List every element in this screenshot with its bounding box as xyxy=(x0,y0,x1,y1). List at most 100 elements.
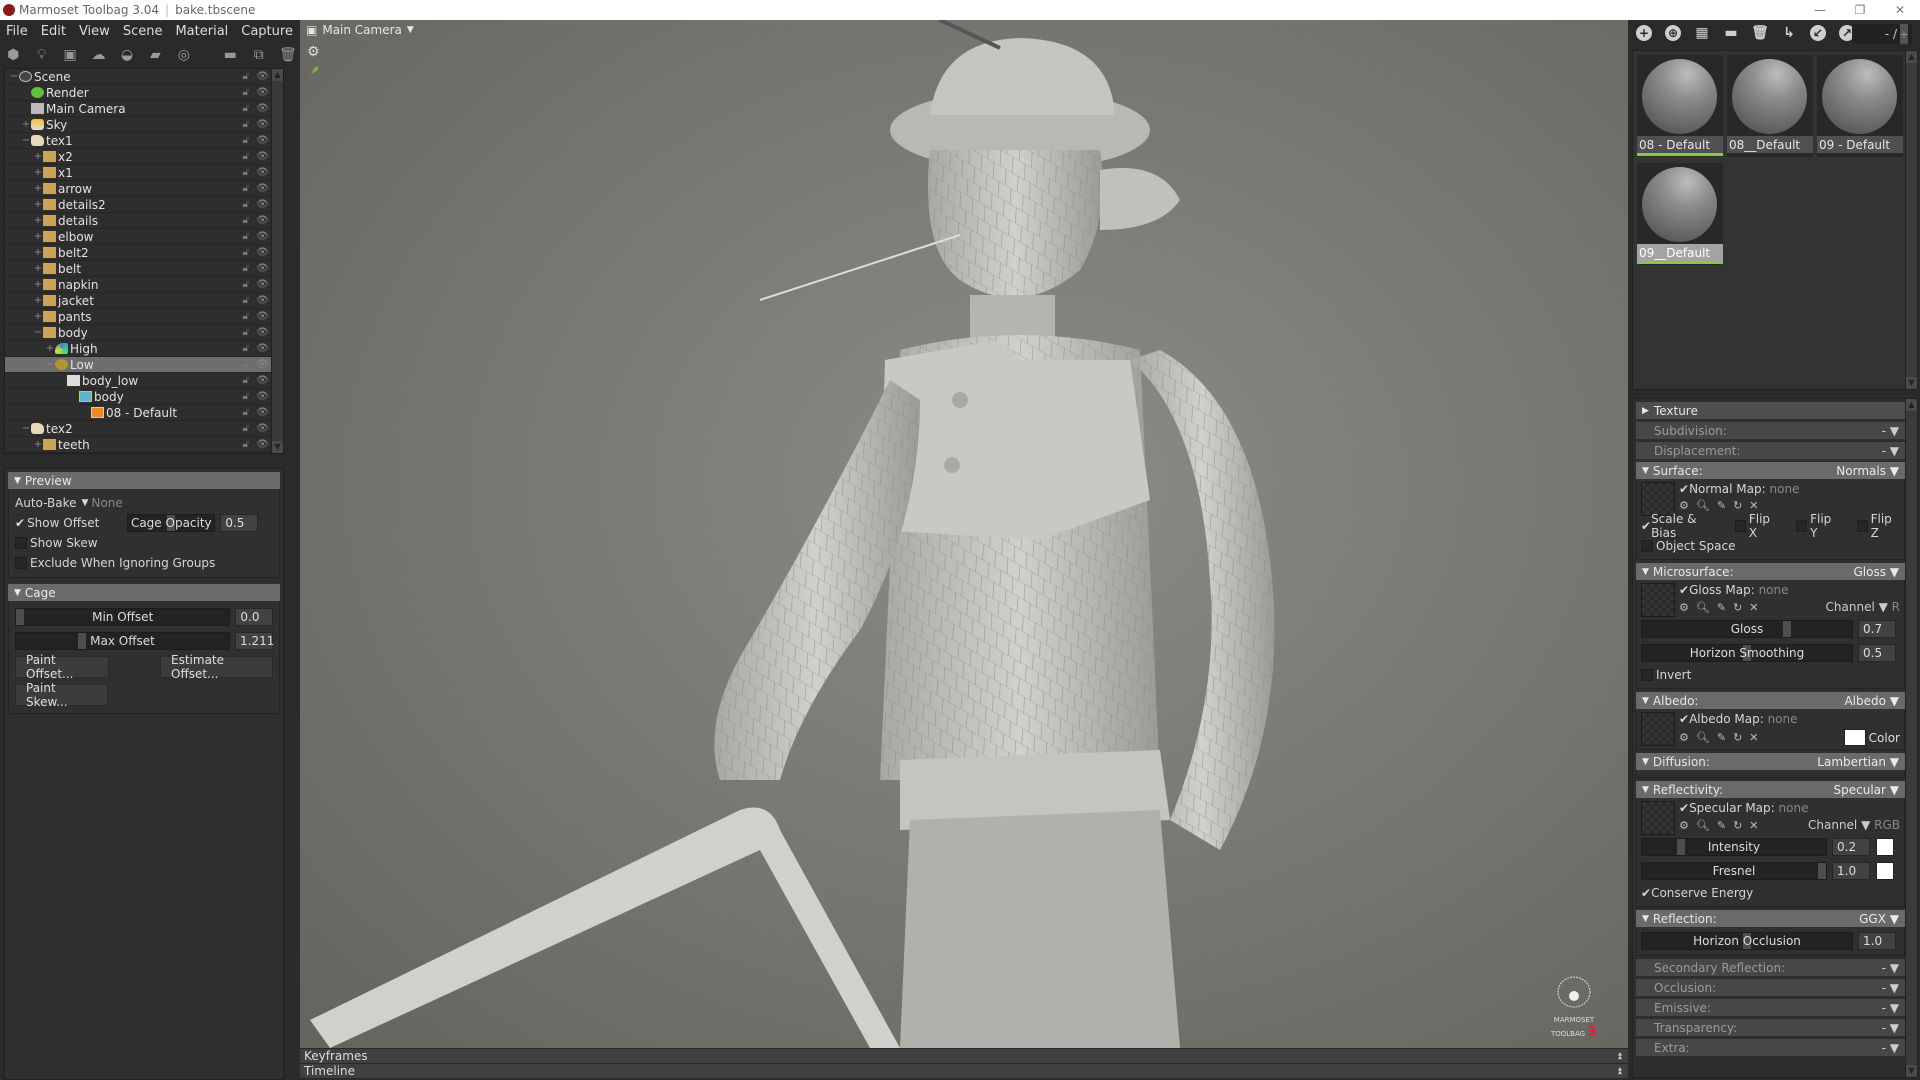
visibility-eye-icon[interactable]: 👁︎ xyxy=(256,359,269,370)
collapsed-section-header[interactable]: Emissive: - ▼ xyxy=(1636,999,1905,1016)
diffusion-header[interactable]: ▼ Diffusion: Lambertian ▼ xyxy=(1636,753,1905,770)
fresnel-color-swatch[interactable] xyxy=(1876,862,1894,880)
refresh-icon[interactable]: ↻ xyxy=(1733,731,1742,744)
expand-icon[interactable]: + xyxy=(33,311,43,322)
folder-icon[interactable]: ▬ xyxy=(1723,25,1739,41)
delete-icon[interactable]: 🗑︎ xyxy=(1751,25,1769,41)
albedo-header[interactable]: ▼ Albedo: Albedo ▼ xyxy=(1636,692,1905,709)
slider-knob[interactable] xyxy=(1677,839,1686,855)
lock-icon[interactable]: 🔓︎ xyxy=(243,215,249,226)
tree-item[interactable]: + pants 🔓︎ 👁︎ xyxy=(5,309,283,325)
normal-map-slot[interactable] xyxy=(1641,482,1675,516)
collapse-icon[interactable]: − xyxy=(21,423,31,434)
lock-icon[interactable]: 🔓︎ xyxy=(243,247,249,258)
dropdown-icon[interactable]: ▼ xyxy=(81,498,88,508)
collapsed-section-header[interactable]: Extra: - ▼ xyxy=(1636,1039,1905,1056)
gear-icon[interactable]: ⚙ xyxy=(1679,499,1689,512)
conserve-energy-checkbox[interactable]: ✔ xyxy=(1641,886,1651,900)
scroll-up-icon[interactable]: ▲ xyxy=(1906,51,1917,63)
visibility-eye-icon[interactable]: 👁︎ xyxy=(256,407,269,418)
minimize-button[interactable]: — xyxy=(1800,0,1840,20)
subdivision-dropdown[interactable]: - ▼ xyxy=(1882,424,1899,438)
reflection-dropdown[interactable]: GGX ▼ xyxy=(1859,912,1899,926)
channel-selector[interactable]: Channel ▼ R xyxy=(1826,600,1900,614)
scroll-down-icon[interactable]: ▼ xyxy=(1906,1065,1917,1077)
reflectivity-dropdown[interactable]: Specular ▼ xyxy=(1834,783,1900,797)
delete-icon[interactable]: 🗑︎ xyxy=(279,47,297,63)
tree-item[interactable]: − Scene 🔓︎ 👁︎ xyxy=(5,69,283,85)
lock-icon[interactable]: 🔓︎ xyxy=(243,295,249,306)
search-icon[interactable]: 🔍︎ xyxy=(1696,601,1710,614)
lock-icon[interactable]: 🔓︎ xyxy=(243,135,249,146)
scroll-up-icon[interactable]: ▲ xyxy=(272,69,283,81)
horizon-smoothing-input[interactable]: 0.5 xyxy=(1858,644,1896,662)
lock-icon[interactable]: 🔓︎ xyxy=(243,375,249,386)
pencil-icon[interactable]: ✎ xyxy=(1717,731,1726,744)
visibility-eye-icon[interactable]: 👁︎ xyxy=(256,391,269,402)
gear-icon[interactable]: ⚙ xyxy=(1679,601,1689,614)
lock-icon[interactable]: 🔓︎ xyxy=(243,327,249,338)
visibility-eye-icon[interactable]: 👁︎ xyxy=(256,119,269,130)
close-icon[interactable]: ✕ xyxy=(1749,731,1758,744)
displacement-header[interactable]: Displacement: - ▼ xyxy=(1636,442,1905,459)
visibility-eye-icon[interactable]: 👁︎ xyxy=(256,375,269,386)
tree-item[interactable]: Main Camera 🔓︎ 👁︎ xyxy=(5,101,283,117)
horizon-smoothing-slider[interactable]: Horizon Smoothing xyxy=(1641,644,1853,662)
keyframes-bar[interactable]: Keyframes ⏫︎ xyxy=(300,1048,1628,1063)
albedo-color-swatch[interactable] xyxy=(1843,729,1866,746)
tree-item[interactable]: + x2 🔓︎ 👁︎ xyxy=(5,149,283,165)
estimate-offset-button[interactable]: Estimate Offset... xyxy=(160,653,273,681)
lock-icon[interactable]: 🔓︎ xyxy=(243,183,249,194)
pencil-icon[interactable]: ✎ xyxy=(1717,499,1726,512)
visibility-eye-icon[interactable]: 👁︎ xyxy=(256,151,269,162)
lock-icon[interactable]: 🔓︎ xyxy=(243,119,249,130)
menu-material[interactable]: Material xyxy=(175,24,228,39)
visibility-eye-icon[interactable]: 👁︎ xyxy=(256,295,269,306)
lock-icon[interactable]: 🔓︎ xyxy=(243,311,249,322)
scroll-down-icon[interactable]: ▼ xyxy=(272,441,283,453)
section-dropdown[interactable]: - ▼ xyxy=(1882,1001,1899,1015)
flip-z-checkbox[interactable] xyxy=(1856,520,1868,532)
collapsed-section-header[interactable]: Occlusion: - ▼ xyxy=(1636,979,1905,996)
close-icon[interactable]: ✕ xyxy=(1749,499,1758,512)
material-swatch[interactable]: 09__Default xyxy=(1637,163,1723,265)
section-dropdown[interactable]: - ▼ xyxy=(1882,1021,1899,1035)
visibility-eye-icon[interactable]: 👁︎ xyxy=(256,263,269,274)
tree-item[interactable]: − body 🔓︎ 👁︎ xyxy=(5,325,283,341)
slider-knob[interactable] xyxy=(1818,863,1826,879)
menu-scene[interactable]: Scene xyxy=(123,24,163,39)
visibility-eye-icon[interactable]: 👁︎ xyxy=(256,327,269,338)
paint-skew-button[interactable]: Paint Skew... xyxy=(15,681,108,709)
texture-header[interactable]: ▶ Texture xyxy=(1636,402,1905,419)
search-icon[interactable]: 🔍︎ xyxy=(1696,731,1710,744)
menu-file[interactable]: File xyxy=(6,24,28,39)
pencil-icon[interactable]: ✎ xyxy=(1717,601,1726,614)
camera-selector[interactable]: ▣ Main Camera ▼ xyxy=(306,23,414,37)
add-turntable-icon[interactable]: ◎ xyxy=(177,47,191,63)
surface-header[interactable]: ▼ Surface: Normals ▼ xyxy=(1636,462,1905,479)
tree-item[interactable]: + details 🔓︎ 👁︎ xyxy=(5,213,283,229)
tree-item[interactable]: + High 🔓︎ 👁︎ xyxy=(5,341,283,357)
expand-icon[interactable]: + xyxy=(33,279,43,290)
material-scrollbar[interactable]: ▲ ▼ xyxy=(1905,399,1917,1077)
microsurface-dropdown[interactable]: Gloss ▼ xyxy=(1853,565,1899,579)
lock-icon[interactable]: 🔓︎ xyxy=(243,391,249,402)
section-dropdown[interactable]: - ▼ xyxy=(1882,981,1899,995)
menu-view[interactable]: View xyxy=(79,24,110,39)
expand-icon[interactable]: + xyxy=(33,215,43,226)
menu-edit[interactable]: Edit xyxy=(41,24,66,39)
expand-icon[interactable]: + xyxy=(33,199,43,210)
gear-icon[interactable]: ⚙ xyxy=(1679,731,1689,744)
scale-bias-checkbox[interactable]: ✔ xyxy=(1641,519,1651,533)
displacement-dropdown[interactable]: - ▼ xyxy=(1882,444,1899,458)
expand-icon[interactable]: + xyxy=(33,151,43,162)
visibility-eye-icon[interactable]: 👁︎ xyxy=(256,247,269,258)
expand-icon[interactable]: + xyxy=(33,263,43,274)
tree-item[interactable]: + napkin 🔓︎ 👁︎ xyxy=(5,277,283,293)
collapse-icon[interactable]: − xyxy=(45,359,55,370)
visibility-eye-icon[interactable]: 👁︎ xyxy=(256,87,269,98)
flip-y-checkbox[interactable] xyxy=(1796,520,1808,532)
visibility-eye-icon[interactable]: 👁︎ xyxy=(256,199,269,210)
tree-item[interactable]: + elbow 🔓︎ 👁︎ xyxy=(5,229,283,245)
cage-opacity-slider[interactable]: Cage Opacity xyxy=(127,514,216,532)
